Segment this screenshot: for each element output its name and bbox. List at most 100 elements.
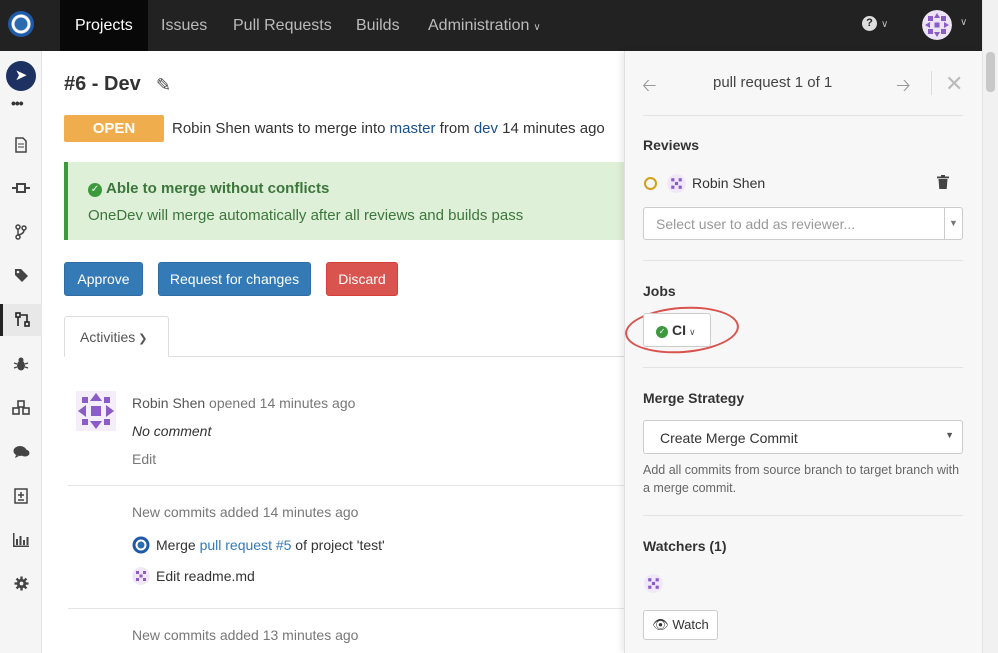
target-branch-link[interactable]: master <box>390 120 436 137</box>
activity-time: opened 14 minutes ago <box>205 395 356 411</box>
avatar <box>644 574 663 593</box>
discard-button[interactable]: Discard <box>326 262 398 296</box>
commit-item: Merge pull request #5 of project 'test' <box>132 536 385 554</box>
chevron-down-icon: ∨ <box>881 19 889 30</box>
merge-strategy-description: Add all commits from source branch to ta… <box>643 463 960 495</box>
tab-activities-label: Activities <box>80 329 136 345</box>
approve-button[interactable]: Approve <box>64 262 143 296</box>
top-navbar: Projects Issues Pull Requests Builds Adm… <box>0 0 998 51</box>
caret-down-icon: ▼ <box>944 208 962 239</box>
pull-request-main: #6 - Dev ✎ OPEN Robin Shen wants to merg… <box>42 51 624 653</box>
divider <box>68 608 624 609</box>
arrow-right-icon[interactable]: 🡢 <box>896 73 911 103</box>
request-changes-button[interactable]: Request for changes <box>158 262 311 296</box>
commit-message: Merge <box>156 537 200 553</box>
merge-status-detail: OneDev will merge automatically after al… <box>88 207 524 224</box>
arrow-left-icon[interactable]: 🡠 <box>642 73 657 103</box>
divider <box>643 115 963 116</box>
activity-user[interactable]: Robin Shen <box>132 395 205 411</box>
merge-strategy-select[interactable]: Create Merge Commit ▼ <box>643 420 963 454</box>
divider <box>643 260 963 261</box>
page-title: #6 - Dev <box>64 73 141 95</box>
divider <box>68 485 624 486</box>
side-info-panel: 🡠 pull request 1 of 1 🡢 ✕ Reviews Robin … <box>623 51 982 653</box>
pull-request-link[interactable]: pull request #5 <box>200 537 292 553</box>
reviewer-name: Robin Shen <box>692 175 766 191</box>
commits-header: New commits added 13 minutes ago <box>132 627 359 643</box>
caret-down-icon: ▼ <box>945 430 954 440</box>
check-circle-icon: ✓ <box>88 183 102 197</box>
rocket-icon[interactable]: ➤ <box>6 61 36 91</box>
chevron-down-icon: ∨ <box>533 22 541 33</box>
eye-icon: 👁 <box>652 617 669 632</box>
jobs-heading: Jobs <box>643 283 676 299</box>
nav-administration[interactable]: Administration ∨ <box>413 0 556 51</box>
check-circle-icon: ✓ <box>656 326 668 338</box>
activity-header: Robin Shen opened 14 minutes ago <box>132 395 355 411</box>
nav-issues[interactable]: Issues <box>146 0 222 51</box>
source-branch-link[interactable]: dev <box>474 120 498 137</box>
pencil-icon[interactable]: ✎ <box>156 75 171 96</box>
merge-time: 14 minutes ago <box>498 120 605 137</box>
panel-title: pull request 1 of 1 <box>713 74 833 91</box>
comments-icon[interactable] <box>0 436 42 468</box>
chevron-down-icon: ❯ <box>138 333 148 345</box>
nav-administration-label: Administration <box>428 17 530 34</box>
trash-icon[interactable] <box>937 175 949 192</box>
gear-icon[interactable] <box>0 568 42 600</box>
activity-comment: No comment <box>132 423 212 439</box>
reviewer-select-placeholder: Select user to add as reviewer... <box>656 216 856 232</box>
commits-header: New commits added 14 minutes ago <box>132 504 359 520</box>
branch-icon[interactable] <box>0 216 42 248</box>
help-menu[interactable]: ? ∨ <box>862 15 889 32</box>
divider <box>643 515 963 516</box>
merge-status-title: ✓ Able to merge without conflicts <box>88 180 329 197</box>
watchers-heading: Watchers (1) <box>643 538 727 554</box>
project-sidebar: ➤ ••• <box>0 51 42 653</box>
divider <box>643 367 963 368</box>
commit-icon[interactable] <box>0 172 42 204</box>
scrollbar-thumb[interactable] <box>986 52 995 92</box>
edit-link[interactable]: Edit <box>132 451 156 467</box>
close-icon[interactable]: ✕ <box>945 71 963 97</box>
more-icon[interactable]: ••• <box>11 95 24 111</box>
onedev-logo-icon[interactable] <box>8 11 34 37</box>
nav-builds[interactable]: Builds <box>341 0 415 51</box>
commit-item: Edit readme.md <box>132 567 255 585</box>
reviews-heading: Reviews <box>643 137 700 153</box>
commit-message: of project 'test' <box>291 537 385 553</box>
watch-label: Watch <box>672 617 709 632</box>
nav-projects[interactable]: Projects <box>60 0 148 51</box>
scrollbar[interactable] <box>982 0 998 653</box>
chevron-down-icon: ∨ <box>689 327 696 337</box>
commit-message-link[interactable]: Edit readme.md <box>156 568 255 584</box>
cubes-icon[interactable] <box>0 392 42 424</box>
stats-icon[interactable] <box>0 524 42 556</box>
watch-button[interactable]: 👁 Watch <box>643 610 718 640</box>
file-icon[interactable] <box>0 129 42 161</box>
merge-summary: Robin Shen wants to merge into master fr… <box>172 120 605 137</box>
job-name: CI <box>672 322 686 338</box>
avatar <box>132 567 150 585</box>
nav-pull-requests[interactable]: Pull Requests <box>218 0 347 51</box>
bug-icon[interactable] <box>0 348 42 380</box>
tab-activities[interactable]: Activities ❯ <box>64 316 169 357</box>
clock-icon <box>644 177 657 190</box>
code-review-icon[interactable] <box>0 480 42 512</box>
merge-text: from <box>435 120 474 137</box>
job-ci-button[interactable]: ✓ CI ∨ <box>643 313 711 347</box>
merge-status-title-text: Able to merge without conflicts <box>106 180 330 197</box>
merge-text: wants to merge into <box>250 120 390 137</box>
avatar <box>667 174 686 193</box>
pull-request-icon[interactable] <box>0 304 42 336</box>
merge-strategy-heading: Merge Strategy <box>643 390 745 406</box>
reviewer-select[interactable]: Select user to add as reviewer... ▼ <box>643 207 963 240</box>
divider <box>931 71 932 95</box>
author-name: Robin Shen <box>172 120 251 137</box>
merge-strategy-value: Create Merge Commit <box>660 430 798 446</box>
chevron-down-icon[interactable]: ∨ <box>960 17 967 28</box>
user-avatar[interactable] <box>922 10 952 40</box>
status-badge: OPEN <box>64 115 164 142</box>
tag-icon[interactable] <box>0 260 42 292</box>
help-icon: ? <box>862 16 877 32</box>
